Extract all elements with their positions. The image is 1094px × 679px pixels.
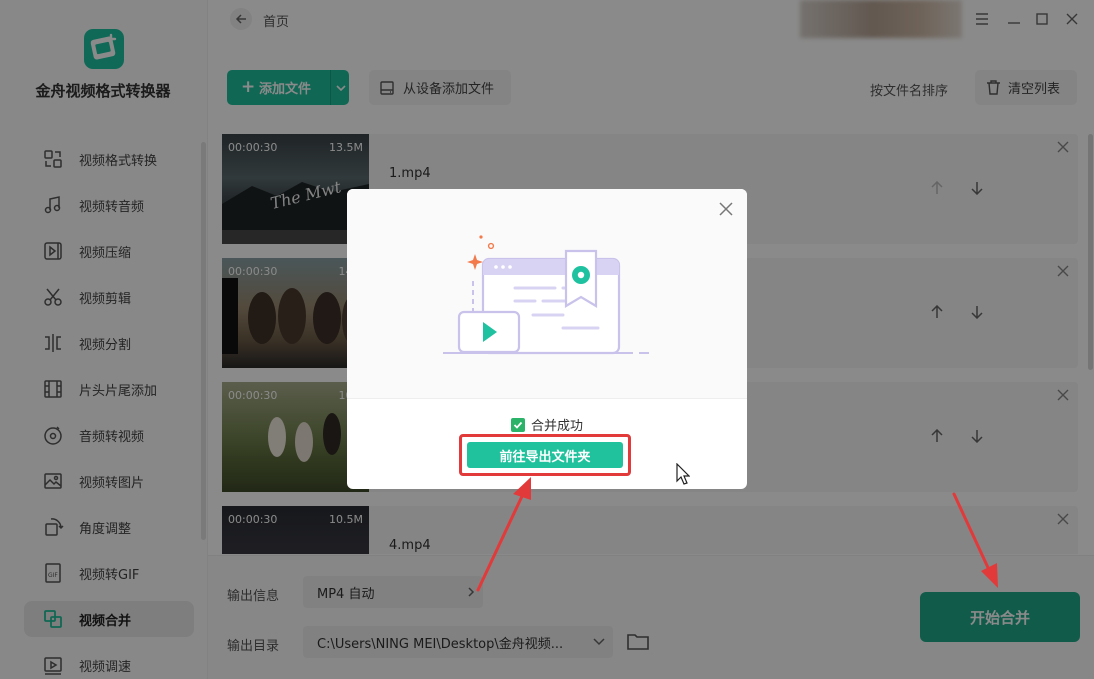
checkbox-checked-icon [510,417,525,432]
goto-output-folder-button[interactable]: 前往导出文件夹 [467,442,623,468]
success-text: 合并成功 [530,419,583,434]
mouse-cursor-icon [676,463,690,485]
highlight-box: 前往导出文件夹 [459,434,631,476]
close-icon[interactable] [719,202,733,216]
export-illustration [443,235,649,355]
success-dialog: 合并成功 前往导出文件夹 [347,189,747,489]
success-message: 合并成功 [347,415,747,434]
dialog-illustration-area [347,189,747,399]
